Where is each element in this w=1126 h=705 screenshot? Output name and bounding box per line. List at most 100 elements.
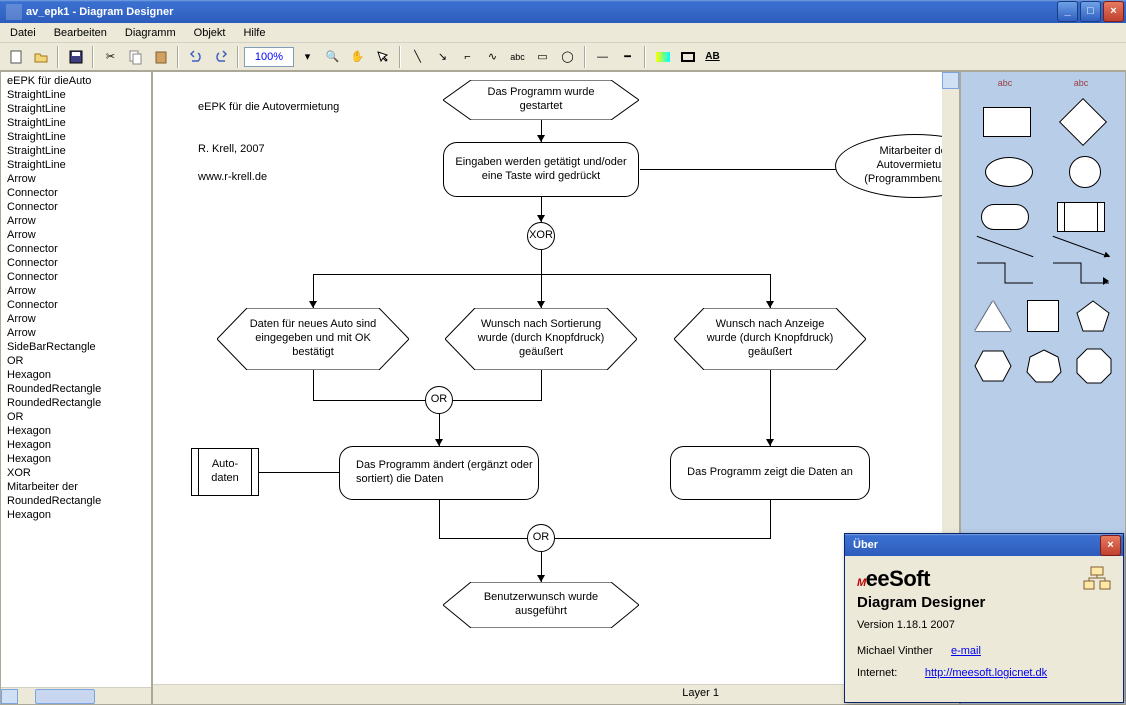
node-or2[interactable]: OR xyxy=(527,524,555,552)
palette-connector2[interactable] xyxy=(1051,261,1111,285)
node-or1[interactable]: OR xyxy=(425,386,453,414)
palette-circle[interactable] xyxy=(1069,156,1101,188)
palette-text-small[interactable]: abc xyxy=(998,78,1013,88)
palette-triangle[interactable] xyxy=(975,301,1011,331)
object-list-item[interactable]: RoundedRectangle xyxy=(1,396,151,410)
object-list-item[interactable]: XOR xyxy=(1,466,151,480)
object-list-item[interactable]: Arrow xyxy=(1,172,151,186)
object-list-item[interactable]: Arrow xyxy=(1,312,151,326)
object-list-item[interactable]: eEPK für dieAuto xyxy=(1,74,151,88)
paste-button[interactable] xyxy=(149,46,172,68)
object-list-item[interactable]: StraightLine xyxy=(1,144,151,158)
arrow-tool[interactable]: ↘ xyxy=(431,46,454,68)
palette-octagon[interactable] xyxy=(1075,347,1113,385)
palette-roundrect[interactable] xyxy=(981,204,1029,230)
textstyle-tool[interactable]: AB xyxy=(701,46,724,68)
node-input[interactable]: Eingaben werden getätigt und/oder eine T… xyxy=(443,142,639,197)
object-list-item[interactable]: StraightLine xyxy=(1,158,151,172)
object-list-item[interactable]: StraightLine xyxy=(1,130,151,144)
about-url-link[interactable]: http://meesoft.logicnet.dk xyxy=(925,667,1047,679)
palette-arrow[interactable] xyxy=(1053,236,1110,257)
object-list-item[interactable]: Connector xyxy=(1,270,151,284)
node-d1[interactable]: Daten für neues Auto sind eingegeben und… xyxy=(217,308,409,370)
object-list-item[interactable]: Connector xyxy=(1,256,151,270)
text-tool[interactable]: abc xyxy=(506,46,529,68)
cut-button[interactable]: ✂ xyxy=(99,46,122,68)
object-list-item[interactable]: StraightLine xyxy=(1,102,151,116)
node-start[interactable]: Das Programm wurde gestartet xyxy=(443,80,639,120)
object-list-item[interactable]: Connector xyxy=(1,200,151,214)
menu-diagramm[interactable]: Diagramm xyxy=(121,25,180,40)
object-list-item[interactable]: Connector xyxy=(1,242,151,256)
node-autodaten[interactable]: Auto-daten xyxy=(191,448,259,496)
fillcolor-tool[interactable] xyxy=(651,46,674,68)
rect-tool[interactable]: ▭ xyxy=(531,46,554,68)
linestyle-tool[interactable]: — xyxy=(591,46,614,68)
ellipse-tool[interactable]: ◯ xyxy=(556,46,579,68)
scroll-up-icon[interactable] xyxy=(942,72,959,89)
curve-tool[interactable]: ∿ xyxy=(481,46,504,68)
object-list-item[interactable]: Arrow xyxy=(1,228,151,242)
node-p2[interactable]: Das Programm zeigt die Daten an xyxy=(670,446,870,500)
line-tool[interactable]: ╲ xyxy=(406,46,429,68)
copy-button[interactable] xyxy=(124,46,147,68)
object-list-item[interactable]: Hexagon xyxy=(1,452,151,466)
object-list-item[interactable]: OR xyxy=(1,354,151,368)
object-list-item[interactable]: Arrow xyxy=(1,214,151,228)
zoom-tool-icon[interactable]: 🔍 xyxy=(321,46,344,68)
minimize-button[interactable]: _ xyxy=(1057,1,1078,22)
object-list-item[interactable]: Hexagon xyxy=(1,508,151,522)
object-list-item[interactable]: Hexagon xyxy=(1,424,151,438)
palette-text-small2[interactable]: abc xyxy=(1074,78,1089,88)
object-list-item[interactable]: StraightLine xyxy=(1,88,151,102)
object-list-item[interactable]: Connector xyxy=(1,186,151,200)
object-list-item[interactable]: Hexagon xyxy=(1,368,151,382)
maximize-button[interactable]: □ xyxy=(1080,1,1101,22)
new-button[interactable] xyxy=(4,46,27,68)
node-d2[interactable]: Wunsch nach Sortierung wurde (durch Knop… xyxy=(445,308,637,370)
object-list-item[interactable]: SideBarRectangle xyxy=(1,340,151,354)
palette-sidebar-rect[interactable] xyxy=(1057,202,1105,232)
menu-datei[interactable]: Datei xyxy=(6,25,40,40)
menu-hilfe[interactable]: Hilfe xyxy=(239,25,269,40)
palette-line[interactable] xyxy=(977,236,1034,257)
connector-tool[interactable]: ⌐ xyxy=(456,46,479,68)
object-list-item[interactable]: RoundedRectangle xyxy=(1,494,151,508)
scroll-left-icon[interactable] xyxy=(1,689,18,704)
node-end[interactable]: Benutzerwunsch wurde ausgeführt xyxy=(443,582,639,628)
scroll-thumb[interactable] xyxy=(35,689,95,704)
palette-diamond[interactable] xyxy=(1059,98,1107,146)
about-close-button[interactable]: × xyxy=(1100,535,1121,556)
menu-objekt[interactable]: Objekt xyxy=(190,25,230,40)
pan-tool-icon[interactable]: ✋ xyxy=(346,46,369,68)
palette-square[interactable] xyxy=(1027,300,1059,332)
node-xor[interactable]: XOR xyxy=(527,222,555,250)
zoom-select[interactable]: 100% xyxy=(244,47,294,67)
palette-ellipse[interactable] xyxy=(985,157,1033,187)
palette-hexagon[interactable] xyxy=(973,349,1013,383)
diagram-canvas[interactable]: eEPK für die Autovermietung R. Krell, 20… xyxy=(153,72,942,684)
object-list-item[interactable]: Arrow xyxy=(1,326,151,340)
palette-rectangle[interactable] xyxy=(983,107,1031,137)
pointer-tool-icon[interactable] xyxy=(371,46,394,68)
redo-button[interactable] xyxy=(209,46,232,68)
object-list-item[interactable]: StraightLine xyxy=(1,116,151,130)
menu-bearbeiten[interactable]: Bearbeiten xyxy=(50,25,111,40)
palette-heptagon[interactable] xyxy=(1025,348,1063,384)
linecolor-tool[interactable] xyxy=(676,46,699,68)
node-d3[interactable]: Wunsch nach Anzeige wurde (durch Knopfdr… xyxy=(674,308,866,370)
object-list-item[interactable]: RoundedRectangle xyxy=(1,382,151,396)
palette-connector1[interactable] xyxy=(975,261,1035,285)
undo-button[interactable] xyxy=(184,46,207,68)
about-email-link[interactable]: e-mail xyxy=(951,645,981,657)
node-p1[interactable]: Das Programm ändert (ergänzt oder sortie… xyxy=(339,446,539,500)
close-button[interactable]: × xyxy=(1103,1,1124,22)
open-button[interactable] xyxy=(29,46,52,68)
object-list-item[interactable]: OR xyxy=(1,410,151,424)
object-list-item[interactable]: Mitarbeiter der xyxy=(1,480,151,494)
zoom-dropdown[interactable]: ▾ xyxy=(296,46,319,68)
object-list-item[interactable]: Hexagon xyxy=(1,438,151,452)
node-user[interactable]: Mitarbeiter der Autovermietung (Programm… xyxy=(835,134,942,198)
palette-pentagon[interactable] xyxy=(1075,299,1111,333)
save-button[interactable] xyxy=(64,46,87,68)
